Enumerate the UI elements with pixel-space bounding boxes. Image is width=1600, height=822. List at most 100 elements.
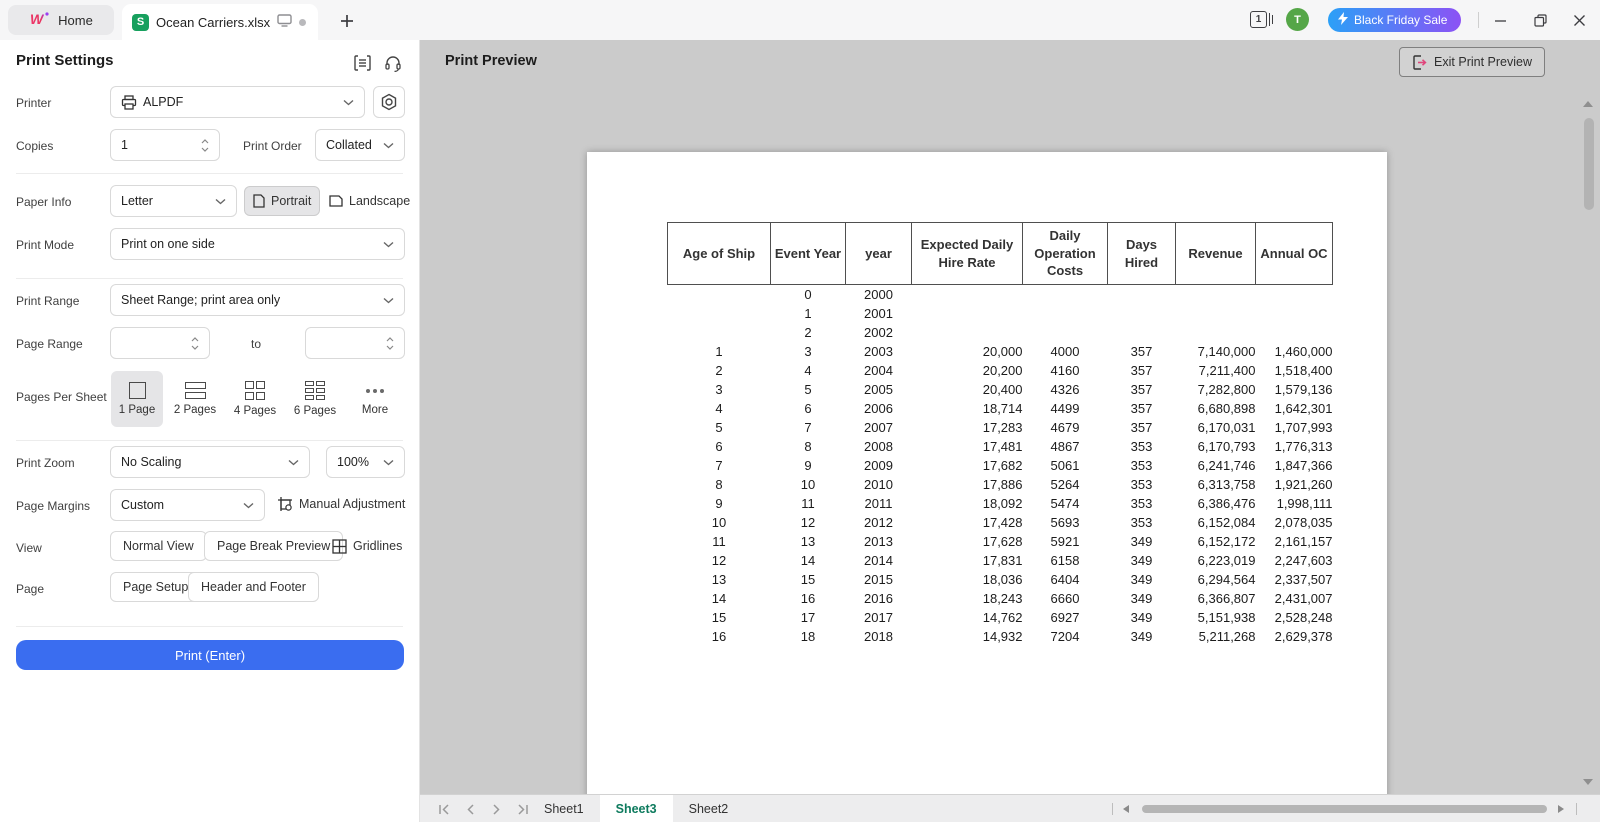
scroll-up-arrow[interactable] [1583, 101, 1593, 107]
first-sheet-button[interactable] [434, 799, 454, 819]
page-range-to-stepper[interactable] [386, 336, 394, 350]
table-cell: 18,092 [982, 495, 1023, 511]
prev-sheet-button[interactable] [460, 799, 480, 819]
tab-document[interactable]: S Ocean Carriers.xlsx [122, 4, 318, 40]
print-mode-select[interactable]: Print on one side [110, 228, 405, 260]
table-cell: 2013 [864, 533, 893, 549]
next-sheet-button[interactable] [486, 799, 506, 819]
portrait-label: Portrait [271, 194, 312, 208]
portrait-button[interactable]: Portrait [244, 186, 321, 216]
sheet-tab-sheet2[interactable]: Sheet2 [673, 795, 745, 822]
page-range-to-input[interactable] [305, 327, 405, 359]
table-cell: 2010 [864, 476, 893, 492]
minimize-button[interactable] [1487, 8, 1513, 32]
print-settings-panel: Print Settings Printer ALPDF Copies 1 Pr… [0, 40, 420, 822]
table-row: 3 5 2005 20,400 4326 357 7,282,800 1,579,136 [668, 380, 1332, 399]
page-range-from-input[interactable] [110, 327, 210, 359]
table-cell: 2006 [864, 400, 893, 416]
sheet-tab-sheet1[interactable]: Sheet1 [528, 795, 600, 822]
flash-icon [1338, 12, 1348, 28]
horizontal-scrollbar-thumb[interactable] [1142, 805, 1547, 813]
document-status-dot [299, 18, 307, 26]
table-cell: 2007 [864, 419, 893, 435]
print-zoom-select[interactable]: No Scaling [110, 446, 310, 478]
table-cell: 5 [804, 381, 812, 397]
svg-text:W: W [30, 11, 45, 27]
gridlines-toggle[interactable]: Gridlines [332, 531, 402, 561]
printer-settings-button[interactable] [373, 86, 405, 118]
table-cell: 1,921,260 [1274, 476, 1333, 492]
print-button[interactable]: Print (Enter) [16, 640, 404, 670]
scroll-left-arrow[interactable] [1123, 805, 1129, 813]
landscape-button[interactable]: Landscape [321, 186, 418, 216]
copies-stepper[interactable] [201, 138, 209, 152]
zoom-percent-value: 100% [337, 455, 369, 469]
table-header-cell: Annual OC [1255, 222, 1333, 285]
table-cell: 4000 [1050, 343, 1080, 359]
scroll-down-arrow[interactable] [1583, 779, 1593, 785]
table-cell: 2017 [864, 609, 893, 625]
page-break-preview-button[interactable]: Page Break Preview [204, 531, 344, 561]
promo-button[interactable]: Black Friday Sale [1328, 8, 1462, 32]
view-label: View [16, 541, 42, 555]
manual-adjustment-button[interactable]: Manual Adjustment [277, 489, 405, 519]
table-cell: 6404 [1050, 571, 1080, 587]
table-cell: 9 [715, 495, 723, 511]
table-row: 1 2001 [668, 304, 1333, 323]
chevron-down-icon [383, 455, 394, 469]
table-cell [1108, 304, 1176, 323]
header-footer-button[interactable]: Header and Footer [188, 572, 319, 602]
exit-print-preview-button[interactable]: Exit Print Preview [1399, 47, 1545, 77]
page-margins-select[interactable]: Custom [110, 489, 265, 521]
print-order-select[interactable]: Collated [315, 129, 405, 161]
page-range-to-label: to [251, 337, 262, 351]
print-range-select[interactable]: Sheet Range; print area only [110, 284, 405, 316]
sheet-tab-sheet3[interactable]: Sheet3 [599, 795, 673, 822]
pages-per-sheet-1[interactable]: 1 Page [111, 371, 163, 427]
pages-per-sheet-4[interactable]: 4 Pages [229, 371, 281, 427]
tab-home[interactable]: W Home [8, 5, 114, 35]
avatar[interactable]: T [1286, 8, 1309, 31]
table-cell: 1,518,400 [1274, 362, 1333, 378]
window-count-badge[interactable]: 1 [1250, 11, 1267, 28]
paper-size-select[interactable]: Letter [110, 185, 237, 217]
table-cell: 2000 [864, 286, 893, 302]
pages-per-sheet-2[interactable]: 2 Pages [169, 371, 221, 427]
table-cell: 14 [800, 552, 816, 568]
page-range-from-stepper[interactable] [191, 336, 199, 350]
printer-icon [121, 94, 137, 110]
print-queue-icon[interactable] [351, 53, 373, 73]
table-row: 15 17 2017 14,762 6927 349 5,151,938 2,528,248 [668, 608, 1333, 627]
support-headset-icon[interactable] [382, 53, 404, 73]
page-margins-label: Page Margins [16, 499, 91, 513]
gridlines-icon [332, 538, 347, 554]
table-cell: 5921 [1050, 533, 1080, 549]
table-cell: 15 [711, 609, 727, 625]
table-cell: 2,078,035 [1274, 514, 1333, 530]
exit-icon [1412, 54, 1427, 70]
pages-per-sheet-6[interactable]: 6 Pages [289, 371, 341, 427]
table-cell: 20,200 [982, 362, 1023, 378]
landscape-label: Landscape [349, 194, 411, 208]
table-cell: 6,313,758 [1197, 476, 1256, 492]
print-mode-label: Print Mode [16, 238, 75, 252]
chevron-down-icon [343, 95, 354, 109]
table-cell: 2,161,157 [1274, 533, 1333, 549]
table-cell: 18,243 [982, 590, 1023, 606]
wps-logo-icon: W [29, 11, 51, 30]
table-cell: 10 [711, 514, 727, 530]
zoom-percent-select[interactable]: 100% [326, 446, 405, 478]
close-button[interactable] [1566, 8, 1592, 32]
table-cell: 2001 [864, 305, 893, 321]
printer-select[interactable]: ALPDF [110, 86, 365, 118]
copies-input[interactable]: 1 [110, 129, 220, 161]
vertical-scrollbar-thumb[interactable] [1584, 118, 1594, 210]
new-tab-button[interactable] [336, 10, 358, 32]
pages-per-sheet-more[interactable]: More [349, 371, 401, 427]
table-cell: 2,629,378 [1274, 628, 1333, 644]
table-cell: 12 [711, 552, 727, 568]
table-cell: 5,151,938 [1197, 609, 1256, 625]
restore-button[interactable] [1527, 8, 1553, 32]
scroll-right-arrow[interactable] [1558, 805, 1564, 813]
normal-view-button[interactable]: Normal View [110, 531, 207, 561]
